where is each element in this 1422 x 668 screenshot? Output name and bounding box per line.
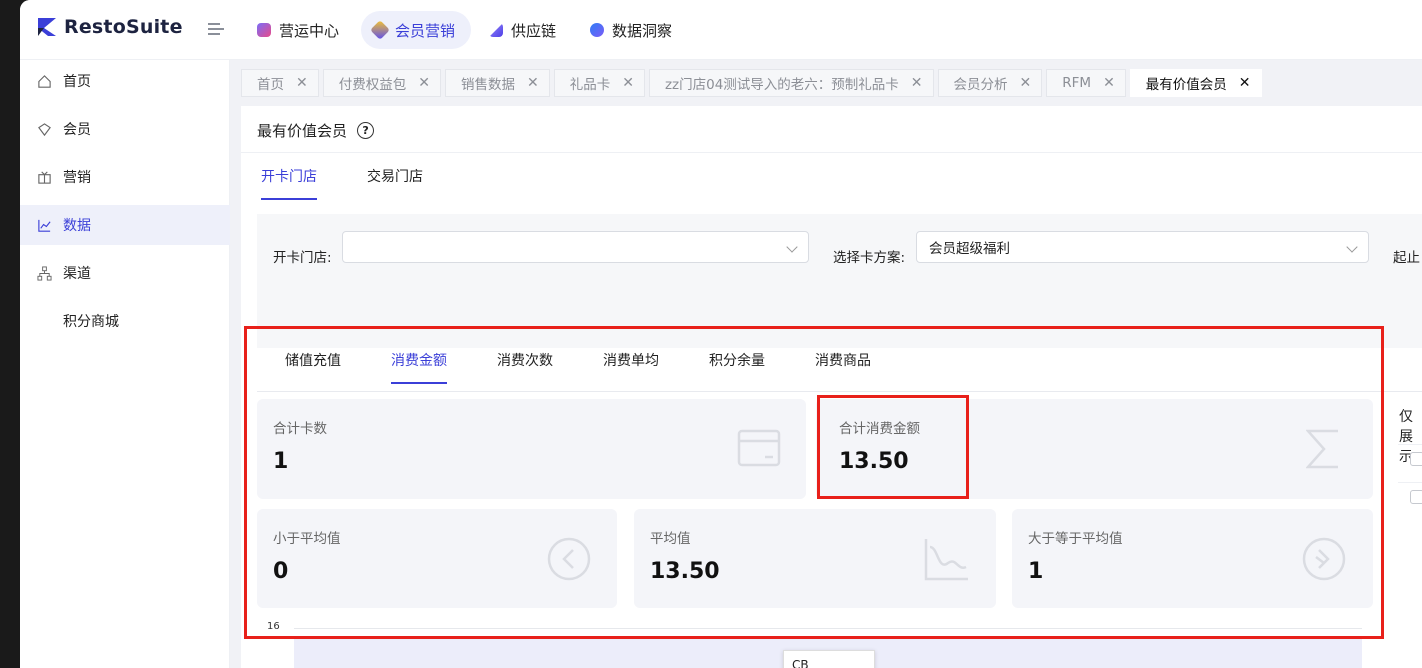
close-icon[interactable]: ✕ [1020, 75, 1032, 91]
store-filter-label: 开卡门店: [273, 250, 332, 266]
top-bar: RestoSuite 营运中心 会员营销 供应链 数据洞察 [20, 0, 1422, 60]
tab-home[interactable]: 首页 ✕ [241, 69, 319, 97]
tab-label: RFM [1062, 75, 1092, 91]
member-marketing-icon [370, 20, 390, 40]
supply-chain-icon [489, 23, 504, 37]
chevron-down-icon [1346, 241, 1358, 253]
topnav-data-insight-label: 数据洞察 [612, 21, 673, 40]
sidebar-item-label: 营销 [63, 170, 91, 186]
sidebar-item-member[interactable]: 会员 [20, 109, 230, 149]
card-plan-value: 会员超级福利 [929, 241, 1010, 257]
operations-icon [257, 23, 271, 37]
chart-tooltip: CB [783, 650, 875, 668]
tab-label: 首页 [257, 77, 284, 93]
chart-icon [38, 219, 51, 232]
sidebar-item-data[interactable]: 数据 [20, 205, 230, 245]
filter-row [1398, 444, 1422, 474]
topnav-supply-chain[interactable]: 供应链 [477, 11, 572, 49]
tab-label: 礼品卡 [569, 77, 611, 93]
app-window: RestoSuite 营运中心 会员营销 供应链 数据洞察 首页 会员 营销 数… [20, 0, 1422, 668]
logo[interactable]: RestoSuite [36, 16, 183, 38]
highlight-box-total-amount [817, 395, 969, 499]
topnav-data-insight[interactable]: 数据洞察 [578, 11, 688, 49]
tab-card-store[interactable]: 开卡门店 [261, 166, 317, 200]
checkbox[interactable] [1410, 452, 1422, 466]
date-range-label: 起止 [1393, 250, 1420, 266]
tab-sales-data[interactable]: 销售数据 ✕ [444, 69, 550, 97]
close-icon[interactable]: ✕ [622, 75, 634, 91]
help-icon[interactable]: ? [357, 122, 375, 139]
topnav-supply-chain-label: 供应链 [511, 21, 557, 40]
tab-rfm[interactable]: RFM ✕ [1046, 69, 1126, 97]
filter-row [1398, 482, 1422, 512]
tab-label: 销售数据 [460, 77, 515, 93]
topnav-operations[interactable]: 营运中心 [245, 11, 355, 49]
member-icon [38, 122, 51, 136]
topnav-member-marketing-label: 会员营销 [395, 21, 456, 40]
tab-label: zz门店04测试导入的老六：预制礼品卡 [664, 77, 899, 93]
page-title-text: 最有价值会员 [257, 122, 348, 140]
marketing-icon [38, 170, 51, 184]
sidebar-item-label: 积分商城 [63, 314, 119, 330]
close-icon[interactable]: ✕ [418, 75, 430, 91]
sidebar-item-points-mall[interactable]: 积分商城 [20, 301, 230, 341]
collapse-menu-icon[interactable] [208, 22, 224, 36]
checkbox[interactable] [1410, 490, 1422, 504]
close-icon[interactable]: ✕ [1239, 75, 1251, 91]
highlight-box-metrics [244, 326, 1384, 639]
page-title: 最有价值会员 ? [257, 120, 375, 141]
home-icon [38, 74, 51, 88]
tab-store-import[interactable]: zz门店04测试导入的老六：预制礼品卡 ✕ [648, 69, 934, 97]
close-icon[interactable]: ✕ [911, 75, 923, 91]
topnav-member-marketing[interactable]: 会员营销 [361, 11, 472, 49]
app-name: RestoSuite [64, 16, 183, 38]
sidebar-item-label: 数据 [63, 218, 91, 234]
divider [241, 152, 1422, 153]
topnav-operations-label: 营运中心 [279, 21, 340, 40]
sidebar-item-home[interactable]: 首页 [20, 61, 230, 101]
sidebar-item-label: 会员 [63, 122, 91, 138]
channel-icon [37, 265, 52, 281]
sidebar: 首页 会员 营销 数据 渠道 积分商城 [20, 60, 230, 668]
store-type-tabs: 开卡门店 交易门店 [261, 166, 423, 200]
plan-filter-label: 选择卡方案: [833, 250, 906, 266]
data-insight-icon [590, 23, 605, 37]
top-nav: 营运中心 会员营销 供应链 数据洞察 [245, 11, 688, 49]
chevron-down-icon [786, 241, 798, 253]
tab-member-analysis[interactable]: 会员分析 ✕ [937, 69, 1043, 97]
sidebar-item-marketing[interactable]: 营销 [20, 157, 230, 197]
close-icon[interactable]: ✕ [296, 75, 308, 91]
store-select[interactable] [342, 231, 809, 263]
tab-label: 会员分析 [953, 77, 1008, 93]
close-icon[interactable]: ✕ [527, 75, 539, 91]
tab-paid-benefits[interactable]: 付费权益包 ✕ [322, 69, 441, 97]
main-content: 首页 ✕ 付费权益包 ✕ 销售数据 ✕ 礼品卡 ✕ zz门店04测试导入的老六：预制礼品… [230, 60, 1422, 668]
sidebar-item-label: 渠道 [63, 266, 91, 282]
close-icon[interactable]: ✕ [1103, 75, 1115, 91]
tab-transaction-store[interactable]: 交易门店 [367, 166, 423, 200]
tab-label: 付费权益包 [338, 77, 407, 93]
sidebar-item-label: 首页 [63, 74, 91, 90]
card-plan-select[interactable]: 会员超级福利 [916, 231, 1369, 263]
page-tabs: 首页 ✕ 付费权益包 ✕ 销售数据 ✕ 礼品卡 ✕ zz门店04测试导入的老六：预制礼品… [241, 69, 1262, 97]
sidebar-item-channel[interactable]: 渠道 [20, 253, 230, 293]
tab-gift-card[interactable]: 礼品卡 ✕ [553, 69, 645, 97]
tab-label: 最有价值会员 [1145, 77, 1227, 93]
tab-most-valuable-members[interactable]: 最有价值会员 ✕ [1129, 69, 1262, 97]
logo-icon [38, 18, 56, 36]
